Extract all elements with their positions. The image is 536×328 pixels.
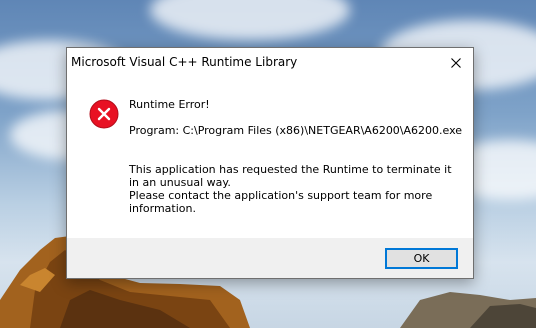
program-path: Program: C:\Program Files (x86)\NETGEAR\…	[129, 124, 463, 137]
dialog-content: Runtime Error! Program: C:\Program Files…	[67, 77, 473, 239]
dialog-footer: OK	[67, 238, 473, 278]
close-icon	[451, 57, 461, 68]
dialog-title: Microsoft Visual C++ Runtime Library	[71, 55, 298, 69]
error-dialog: Microsoft Visual C++ Runtime Library Run…	[66, 47, 474, 279]
ok-button[interactable]: OK	[385, 248, 458, 269]
error-icon	[89, 99, 119, 129]
error-message-line1: This application has requested the Runti…	[129, 163, 452, 189]
error-message-line2: Please contact the application's support…	[129, 189, 433, 215]
error-heading: Runtime Error!	[129, 98, 210, 111]
dialog-titlebar[interactable]: Microsoft Visual C++ Runtime Library	[67, 48, 473, 77]
error-message: This application has requested the Runti…	[129, 163, 459, 215]
close-button[interactable]	[439, 48, 473, 77]
